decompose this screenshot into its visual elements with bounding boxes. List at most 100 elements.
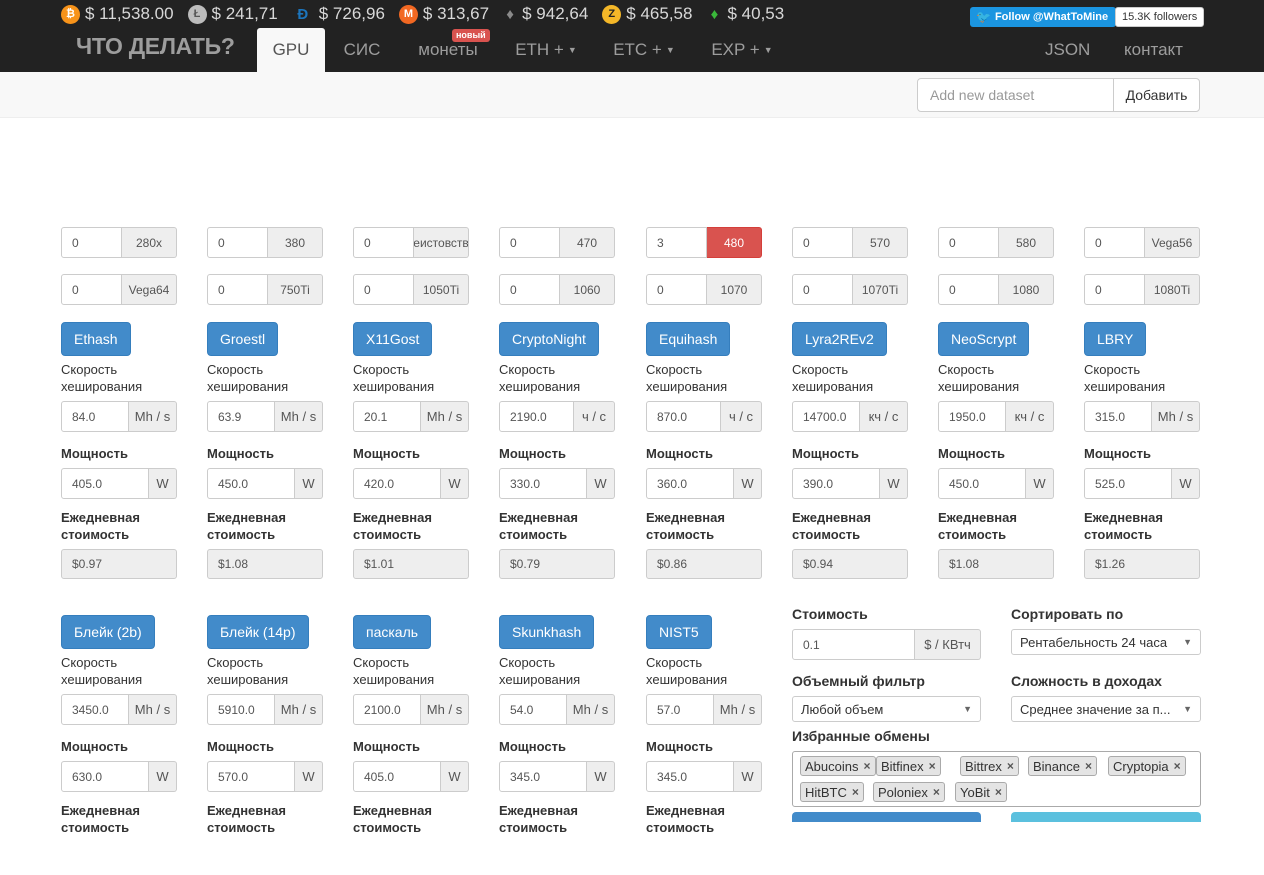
gpu-quantity-input[interactable] (792, 227, 853, 258)
twitter-follow-button[interactable]: 🐦 Follow @WhatToMine (970, 7, 1117, 27)
nav-gpu[interactable]: GPU (257, 28, 325, 72)
add-dataset-button[interactable]: Добавить (1113, 78, 1200, 112)
hashrate-label: Скорость хеширования (61, 361, 142, 395)
hashrate-input[interactable] (499, 694, 567, 725)
gpu-quantity-input[interactable] (1084, 227, 1145, 258)
favorite-exchanges-multiselect[interactable]: Abucoins × Bitfinex × Bittrex × Binance × Crypto… (792, 751, 1201, 807)
remove-icon[interactable]: × (1007, 759, 1014, 773)
gpu-quantity-input[interactable] (1084, 274, 1145, 305)
brand-logo[interactable]: ЧТО ДЕЛАТЬ? (76, 33, 235, 60)
algorithm-toggle-button[interactable]: Groestl (207, 322, 279, 356)
algorithm-toggle-button[interactable]: Lyra2REv2 (792, 322, 887, 356)
hashrate-unit-addon: Mh / s (714, 694, 762, 725)
hashrate-input[interactable] (353, 401, 421, 432)
gpu-quantity-input[interactable] (353, 227, 414, 258)
gpu-quantity-input[interactable] (61, 227, 122, 258)
gpu-quantity-input[interactable] (353, 274, 414, 305)
power-input[interactable] (1084, 468, 1172, 499)
hashrate-input[interactable] (61, 401, 129, 432)
nav-contact[interactable]: контакт (1124, 28, 1183, 72)
nav-etc-dropdown[interactable]: ETC + ▼ (595, 28, 693, 72)
daily-cost-value: $0.97 (61, 549, 177, 579)
algorithm-card: X11Gost Скорость хеширования Mh / sМощность… (353, 322, 469, 582)
nav-cis-label: СИС (343, 40, 381, 59)
algorithm-toggle-button[interactable]: паскаль (353, 615, 432, 649)
hashrate-input[interactable] (646, 694, 714, 725)
difficulty-select[interactable]: Среднее значение за п... ▼ (1011, 696, 1201, 722)
gpu-quantity-input[interactable] (499, 227, 560, 258)
daily-cost-label-line2: стоимость (207, 527, 276, 542)
power-input[interactable] (938, 468, 1026, 499)
hashrate-input-group: Mh / s (646, 694, 762, 725)
hashrate-input[interactable] (646, 401, 721, 432)
calculate-button[interactable] (792, 812, 981, 822)
algorithm-toggle-button[interactable]: LBRY (1084, 322, 1147, 356)
gpu-input-group: 280x (61, 227, 177, 258)
power-input[interactable] (207, 468, 295, 499)
algorithm-toggle-button[interactable]: X11Gost (353, 322, 433, 356)
algorithm-card: Groestl Скорость хеширования Mh / sМощность… (207, 322, 323, 582)
gpu-quantity-input[interactable] (646, 227, 707, 258)
gpu-quantity-input[interactable] (792, 274, 853, 305)
gpu-quantity-input[interactable] (61, 274, 122, 305)
algorithm-toggle-button[interactable]: Equihash (646, 322, 731, 356)
hashrate-input[interactable] (61, 694, 129, 725)
nav-exp-dropdown[interactable]: EXP + ▼ (693, 28, 791, 72)
hashrate-input[interactable] (792, 401, 860, 432)
gpu-quantity-input[interactable] (207, 227, 268, 258)
nav-cis[interactable]: СИС (325, 28, 399, 72)
nav-json[interactable]: JSON (1045, 28, 1090, 72)
power-input[interactable] (61, 468, 149, 499)
hashrate-input[interactable] (938, 401, 1006, 432)
remove-icon[interactable]: × (933, 785, 940, 799)
daily-cost-label: Ежедневная стоимость (792, 509, 871, 543)
power-input[interactable] (353, 468, 441, 499)
hashrate-input[interactable] (1084, 401, 1152, 432)
algorithm-toggle-button[interactable]: Skunkhash (499, 615, 595, 649)
remove-icon[interactable]: × (995, 785, 1002, 799)
power-input[interactable] (207, 761, 295, 792)
nav-eth-dropdown[interactable]: ETH + ▼ (497, 28, 595, 72)
hashrate-input[interactable] (499, 401, 574, 432)
gpu-quantity-input[interactable] (646, 274, 707, 305)
gpu-quantity-input[interactable] (938, 274, 999, 305)
algorithm-toggle-button[interactable]: Блейк (14р) (207, 615, 309, 649)
algorithm-toggle-button[interactable]: Блейк (2b) (61, 615, 155, 649)
dataset-input[interactable] (917, 78, 1114, 112)
power-input[interactable] (61, 761, 149, 792)
sort-select[interactable]: Рентабельность 24 часа ▼ (1011, 629, 1201, 655)
defaults-button[interactable] (1011, 812, 1201, 822)
power-unit-addon: W (441, 761, 469, 792)
hashrate-label-line2: хеширования (1084, 379, 1166, 394)
gpu-quantity-input[interactable] (499, 274, 560, 305)
volume-filter-select[interactable]: Любой объем ▼ (792, 696, 981, 722)
hashrate-input-group: кч / с (792, 401, 908, 432)
gpu-model-label: 570 (853, 227, 908, 258)
difficulty-select-value: Среднее значение за п... (1020, 701, 1171, 717)
power-input[interactable] (499, 468, 587, 499)
algorithm-toggle-button[interactable]: NIST5 (646, 615, 712, 649)
electricity-cost-input[interactable] (792, 629, 915, 660)
hashrate-input[interactable] (207, 694, 275, 725)
power-input[interactable] (353, 761, 441, 792)
remove-icon[interactable]: × (929, 759, 936, 773)
power-input[interactable] (646, 468, 734, 499)
gpu-quantity-input[interactable] (938, 227, 999, 258)
daily-cost-value: $1.08 (207, 549, 323, 579)
remove-icon[interactable]: × (863, 759, 870, 773)
power-input[interactable] (499, 761, 587, 792)
exchange-tag: Bittrex × (960, 756, 1019, 776)
remove-icon[interactable]: × (852, 785, 859, 799)
power-input[interactable] (792, 468, 880, 499)
remove-icon[interactable]: × (1085, 759, 1092, 773)
algorithm-toggle-button[interactable]: NeoScrypt (938, 322, 1030, 356)
hashrate-input[interactable] (207, 401, 275, 432)
remove-icon[interactable]: × (1174, 759, 1181, 773)
hashrate-input[interactable] (353, 694, 421, 725)
algorithm-toggle-button[interactable]: Ethash (61, 322, 131, 356)
caret-down-icon: ▼ (665, 45, 675, 55)
algorithm-toggle-button[interactable]: CryptoNight (499, 322, 599, 356)
nav-coins[interactable]: монеты новый (399, 28, 497, 72)
power-input[interactable] (646, 761, 734, 792)
gpu-quantity-input[interactable] (207, 274, 268, 305)
